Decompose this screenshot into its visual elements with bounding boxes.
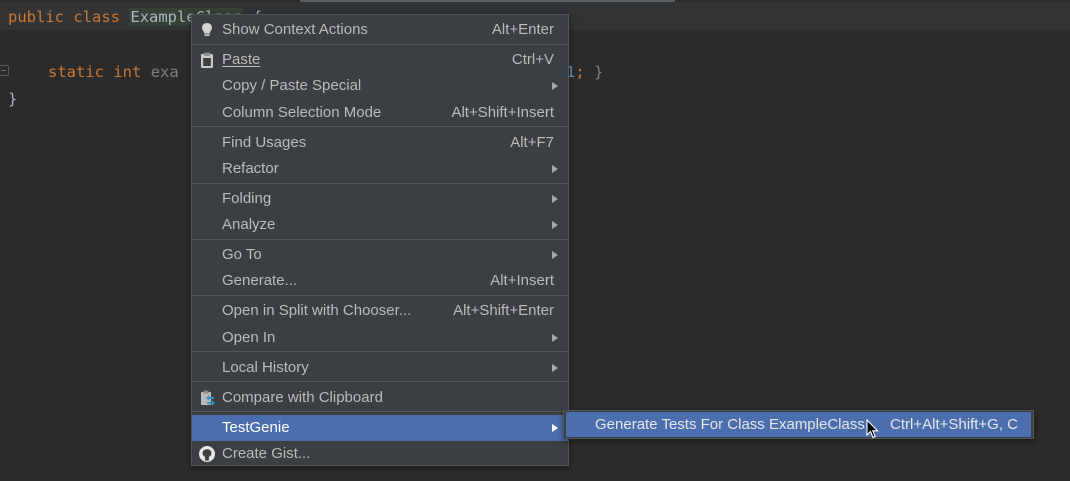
submenu-arrow-icon <box>552 221 558 229</box>
menu-separator <box>192 44 568 45</box>
context-menu: Show Context Actions Alt+Enter Paste Ctr… <box>191 14 569 466</box>
menu-item-analyze[interactable]: Analyze <box>192 212 568 238</box>
keyword-int: int <box>113 63 142 81</box>
menu-item-shortcut: Alt+Insert <box>490 272 554 289</box>
menu-item-label: Analyze <box>222 216 276 233</box>
semicolon: ; <box>575 63 585 81</box>
menu-item-label: Find Usages <box>222 134 307 151</box>
menu-item-label: Copy / Paste Special <box>222 77 362 94</box>
lightbulb-icon <box>202 23 212 36</box>
menu-item-label: Column Selection Mode <box>222 104 382 121</box>
github-icon <box>199 446 215 462</box>
menu-item-shortcut: Alt+F7 <box>510 134 554 151</box>
submenu-arrow-icon <box>552 82 558 90</box>
keyword-class: class <box>73 8 121 26</box>
menu-item-generate[interactable]: Generate... Alt+Insert <box>192 268 568 294</box>
submenu-arrow-icon <box>552 165 558 173</box>
submenu-item-label: Generate Tests For Class ExampleClass <box>595 416 865 433</box>
code-line-3[interactable]: } <box>8 89 17 109</box>
menu-item-go-to[interactable]: Go To <box>192 242 568 268</box>
menu-item-label: Generate... <box>222 272 298 289</box>
submenu-arrow-icon <box>552 251 558 259</box>
menu-item-label: Compare with Clipboard <box>222 389 383 406</box>
menu-item-show-context-actions[interactable]: Show Context Actions Alt+Enter <box>192 17 568 43</box>
menu-separator <box>192 351 568 352</box>
close-brace-inline: } <box>594 63 604 81</box>
menu-item-label: Create Gist... <box>222 445 311 462</box>
testgenie-submenu: Generate Tests For Class ExampleClass Ct… <box>563 410 1034 439</box>
code-line-2-tail[interactable]: 1; } <box>566 62 603 82</box>
menu-item-shortcut: Ctrl+V <box>511 51 554 68</box>
menu-item-label: Folding <box>222 190 272 207</box>
menu-item-shortcut: Alt+Enter <box>491 21 554 38</box>
menu-item-copy-paste-special[interactable]: Copy / Paste Special <box>192 73 568 99</box>
compare-icon <box>201 390 215 406</box>
menu-separator <box>192 295 568 296</box>
submenu-item-generate-tests[interactable]: Generate Tests For Class ExampleClass Ct… <box>566 412 1031 437</box>
menu-item-paste[interactable]: Paste Ctrl+V <box>192 47 568 73</box>
menu-item-column-selection-mode[interactable]: Column Selection Mode Alt+Shift+Insert <box>192 100 568 126</box>
submenu-arrow-icon <box>552 424 558 432</box>
menu-separator <box>192 381 568 382</box>
mouse-cursor-icon <box>866 419 879 439</box>
menu-item-label: Local History <box>222 359 309 376</box>
menu-separator <box>192 126 568 127</box>
code-line-2[interactable]: static int exa <box>48 62 179 82</box>
fold-marker-icon[interactable] <box>0 65 9 76</box>
menu-item-label: Paste <box>222 51 261 68</box>
menu-item-label: Refactor <box>222 160 279 177</box>
menu-separator <box>192 239 568 240</box>
field-name-fragment: exa <box>150 63 179 81</box>
menu-item-testgenie[interactable]: TestGenie <box>192 415 568 441</box>
submenu-arrow-icon <box>552 334 558 342</box>
menu-item-folding[interactable]: Folding <box>192 186 568 212</box>
menu-item-open-in-split[interactable]: Open in Split with Chooser... Alt+Shift+… <box>192 298 568 324</box>
menu-separator <box>192 183 568 184</box>
menu-item-label: Go To <box>222 246 262 263</box>
menu-item-create-gist[interactable]: Create Gist... <box>192 441 568 467</box>
clipboard-icon <box>201 52 213 68</box>
submenu-arrow-icon <box>552 364 558 372</box>
menu-item-shortcut: Alt+Shift+Insert <box>451 104 554 121</box>
menu-item-shortcut: Alt+Shift+Enter <box>453 302 554 319</box>
close-brace: } <box>8 90 18 108</box>
menu-item-label: Open In <box>222 329 276 346</box>
keyword-static: static <box>48 63 104 81</box>
menu-item-find-usages[interactable]: Find Usages Alt+F7 <box>192 130 568 156</box>
menu-separator <box>192 411 568 412</box>
menu-item-open-in[interactable]: Open In <box>192 325 568 351</box>
menu-item-label: Show Context Actions <box>222 21 368 38</box>
menu-item-refactor[interactable]: Refactor <box>192 156 568 182</box>
menu-item-label: TestGenie <box>222 419 290 436</box>
menu-item-compare-with-clipboard[interactable]: Compare with Clipboard <box>192 385 568 411</box>
menu-item-local-history[interactable]: Local History <box>192 355 568 381</box>
submenu-item-shortcut: Ctrl+Alt+Shift+G, C <box>890 416 1018 433</box>
submenu-arrow-icon <box>552 195 558 203</box>
menu-item-label: Open in Split with Chooser... <box>222 302 412 319</box>
editor-top-scroll-strip <box>300 0 675 2</box>
keyword-public: public <box>8 8 64 26</box>
